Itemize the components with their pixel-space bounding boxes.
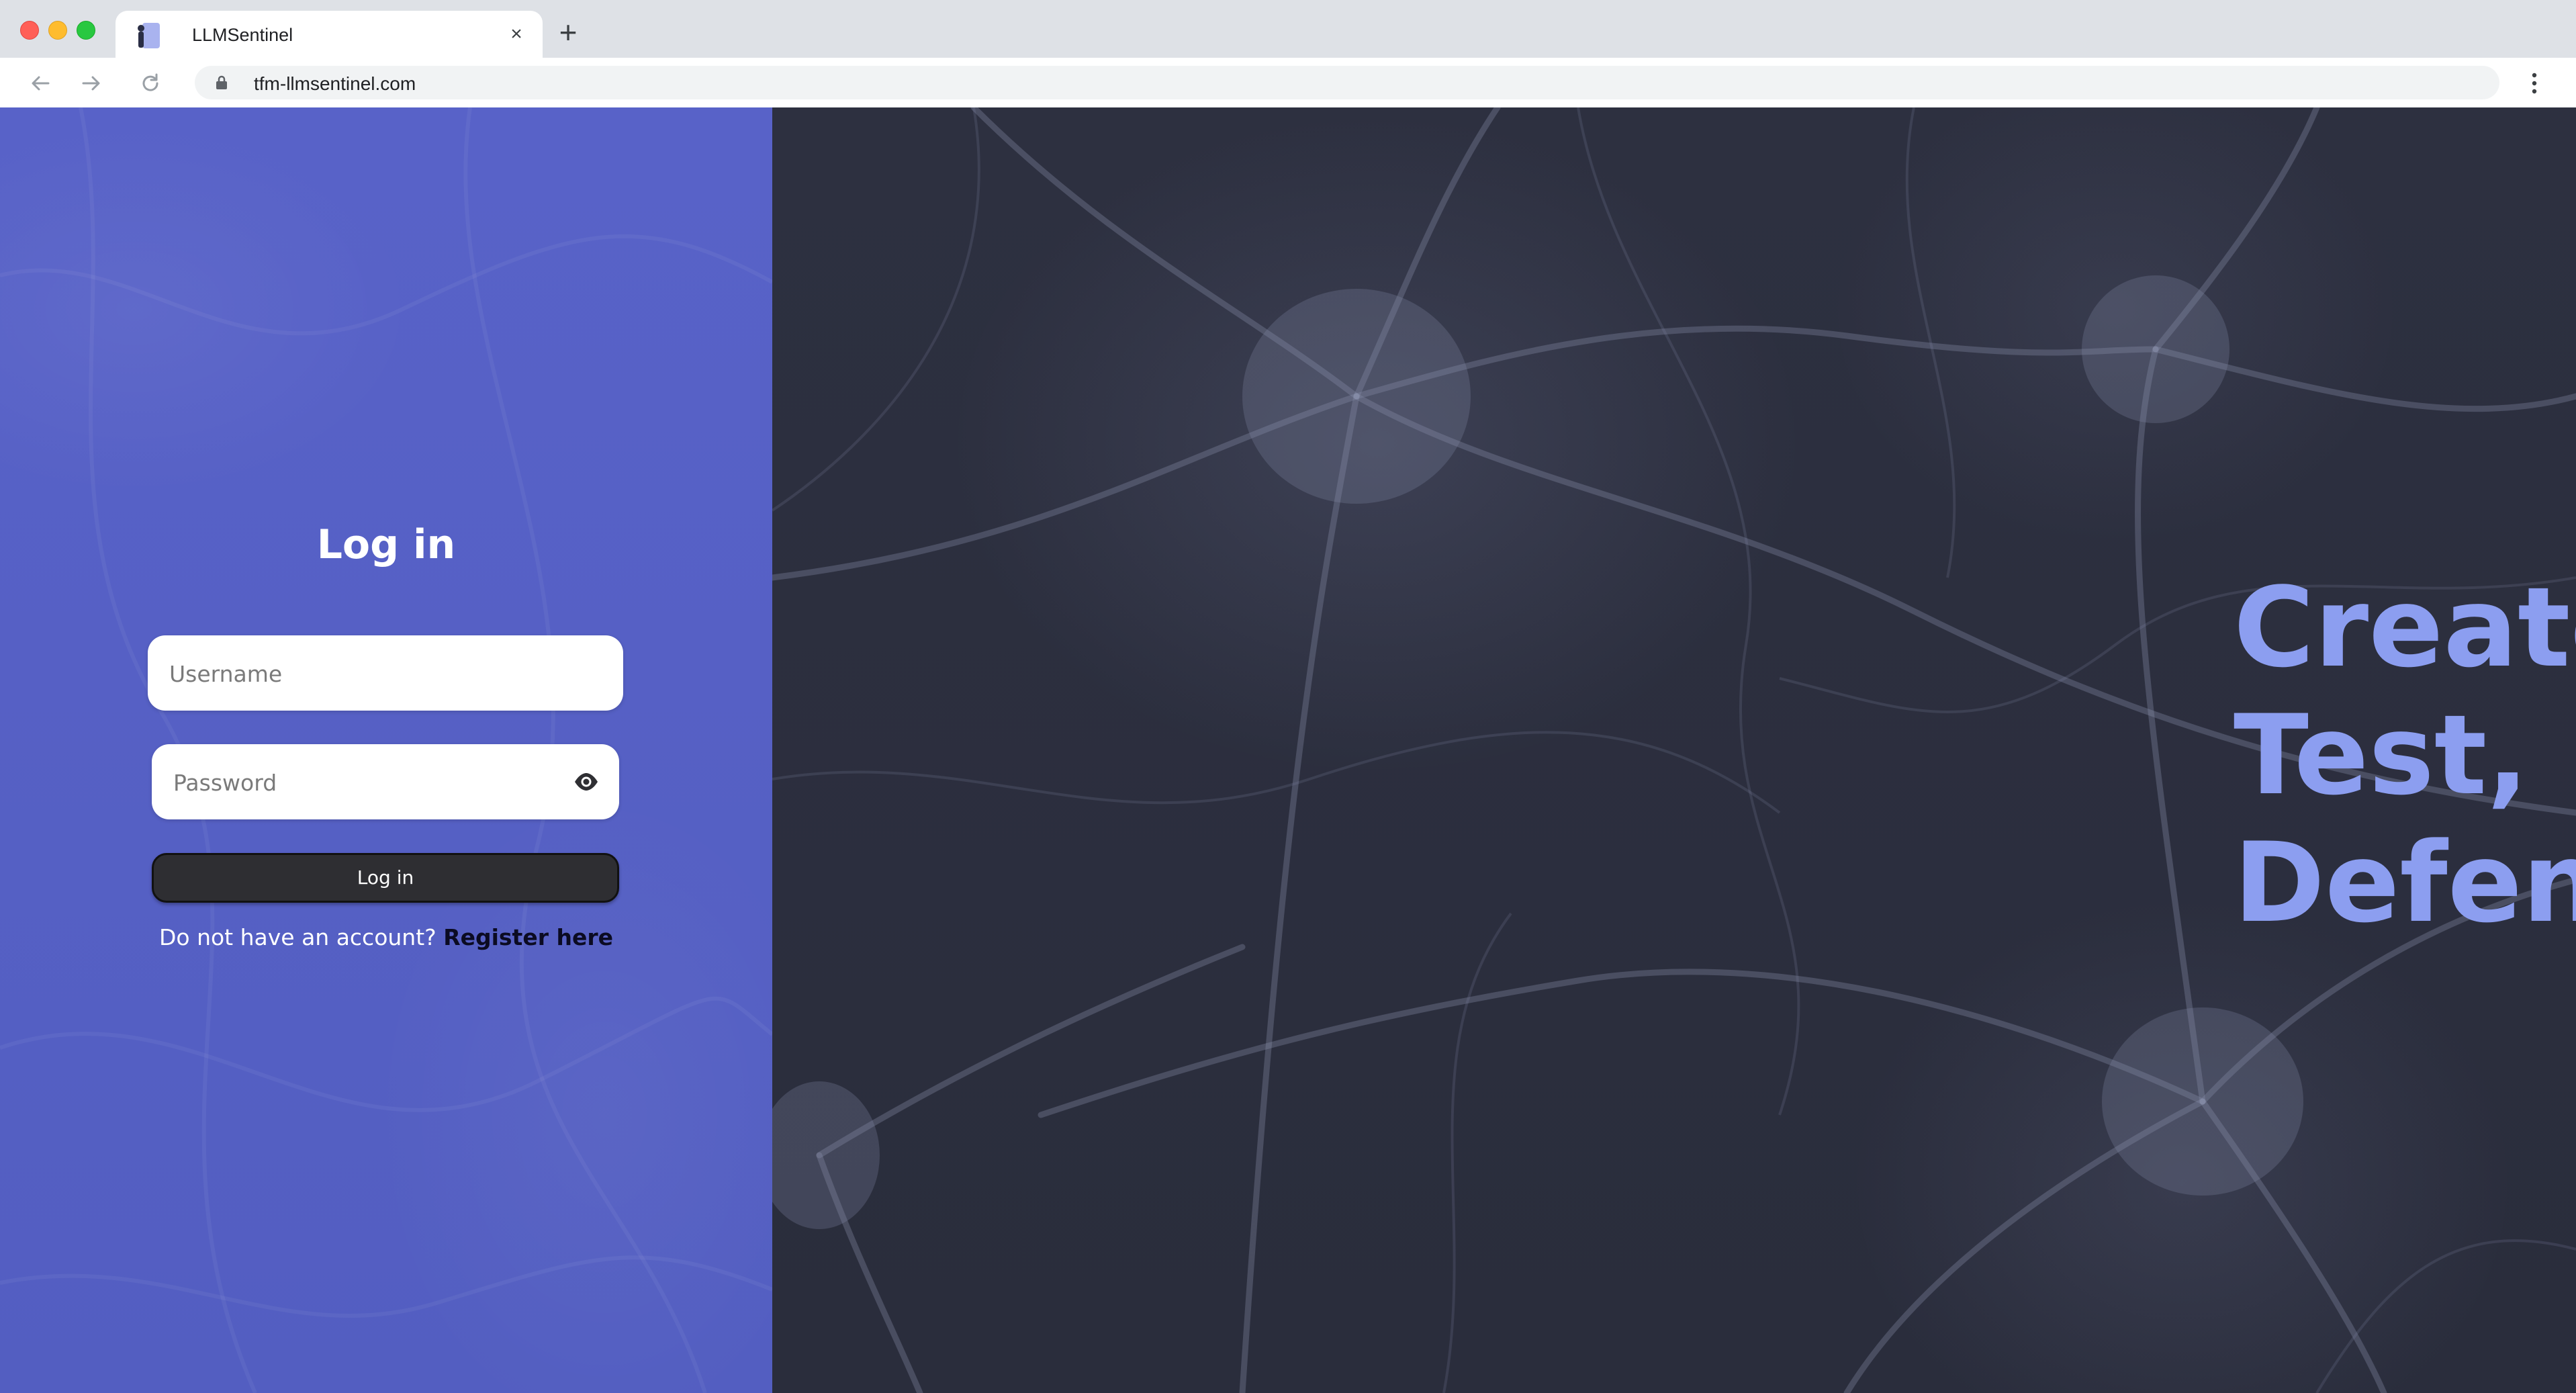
- password-field-container: [152, 744, 619, 821]
- register-prompt: Do not have an account? Register here: [0, 924, 772, 950]
- eye-icon[interactable]: [573, 770, 599, 794]
- password-input[interactable]: [172, 744, 551, 821]
- browser-toolbar: tfm-llmsentinel.com: [0, 58, 2576, 108]
- close-tab-icon[interactable]: ×: [506, 24, 526, 44]
- url-text: tfm-llmsentinel.com: [254, 73, 416, 94]
- new-tab-button[interactable]: +: [555, 17, 582, 48]
- login-button[interactable]: Log in: [152, 853, 619, 903]
- hero-panel: Create,Test,Defend.: [772, 107, 2576, 1393]
- register-link[interactable]: Register here: [443, 924, 613, 950]
- close-window-button[interactable]: [20, 21, 39, 40]
- login-title: Log in: [316, 521, 456, 568]
- username-field-container: [148, 635, 623, 712]
- maximize-window-button[interactable]: [77, 21, 95, 40]
- username-input[interactable]: [168, 635, 547, 712]
- tab-title: LLMSentinel: [192, 25, 293, 45]
- hero-slogan: Create,Test,Defend.: [2234, 564, 2576, 947]
- page-viewport: Log in Log in Do not have an account? Re…: [0, 107, 2576, 1393]
- login-panel: Log in Log in Do not have an account? Re…: [0, 107, 772, 1393]
- lock-icon: [214, 75, 230, 91]
- hero-line: Create,: [2234, 564, 2576, 692]
- hero-line: Test,: [2234, 691, 2529, 819]
- account-question: Do not have an account?: [158, 924, 436, 950]
- back-arrow-icon[interactable]: [27, 70, 54, 97]
- browser-menu-icon[interactable]: [2526, 69, 2542, 98]
- browser-tab[interactable]: LLMSentinel ×: [116, 11, 543, 58]
- address-bar[interactable]: tfm-llmsentinel.com: [195, 66, 2499, 99]
- reload-icon[interactable]: [137, 70, 164, 97]
- site-favicon-icon: [132, 20, 163, 51]
- forward-arrow-icon[interactable]: [78, 70, 105, 97]
- hero-line: Defend.: [2234, 819, 2576, 947]
- minimize-window-button[interactable]: [48, 21, 67, 40]
- browser-tab-bar: LLMSentinel × +: [0, 0, 2576, 58]
